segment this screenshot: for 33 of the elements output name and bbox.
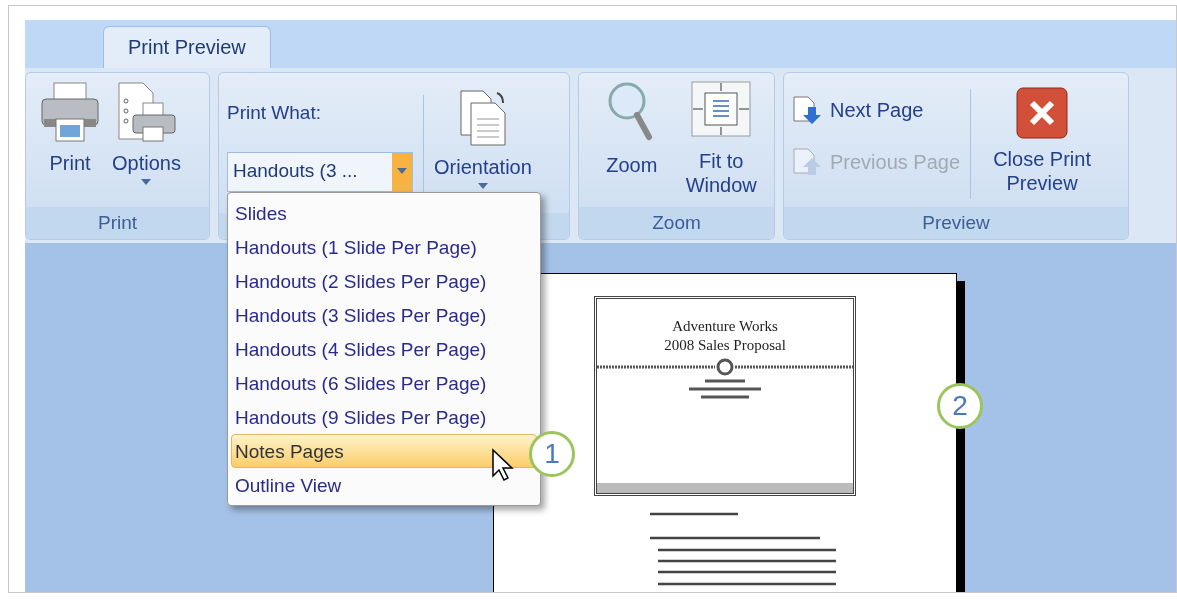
fit-window-icon [691, 81, 752, 137]
ribbon-button[interactable]: Zoom [587, 81, 677, 177]
ribbon-button[interactable]: Next Page [792, 95, 961, 125]
print-what-dropdown[interactable]: Handouts (3 ... [227, 151, 413, 192]
slide-title: Adventure Works [672, 317, 778, 336]
menu-item[interactable]: Handouts (1 Slide Per Page) [231, 230, 537, 264]
menu-item[interactable]: Notes Pages [231, 434, 537, 468]
printer-icon [40, 81, 100, 143]
caret-icon [141, 179, 152, 185]
ribbon-button[interactable]: Options [106, 81, 187, 185]
menu-item[interactable]: Handouts (2 Slides Per Page) [231, 264, 537, 298]
menu-item[interactable]: Handouts (3 Slides Per Page) [231, 298, 537, 332]
options-printer-icon [115, 81, 178, 143]
mouse-cursor-icon [491, 448, 515, 482]
ribbon-tab[interactable]: Print Preview [103, 26, 271, 68]
group-label: Print [26, 207, 209, 239]
menu-item[interactable]: Handouts (6 Slides Per Page) [231, 366, 537, 400]
group-label: Preview [784, 207, 1128, 239]
close-print-preview-button[interactable]: Close Print Preview [981, 81, 1104, 195]
orientation-button[interactable]: Orientation [434, 81, 532, 189]
page-down-arrow-icon [792, 95, 822, 125]
ribbon-button[interactable]: Fit to Window [676, 81, 766, 197]
menu-item[interactable]: Handouts (4 Slides Per Page) [231, 332, 537, 366]
caret-icon [392, 152, 412, 191]
menu-item[interactable]: Slides [231, 196, 537, 230]
menu-item[interactable]: Handouts (9 Slides Per Page) [231, 400, 537, 434]
print-what-label: Print What: [227, 101, 322, 125]
caret-icon [477, 183, 488, 189]
close-icon [1016, 87, 1069, 139]
ribbon-button[interactable]: Print [34, 81, 106, 175]
page-up-arrow-icon [792, 147, 822, 177]
group-label: Zoom [579, 207, 774, 239]
slide-subtitle: 2008 Sales Proposal [664, 336, 786, 355]
